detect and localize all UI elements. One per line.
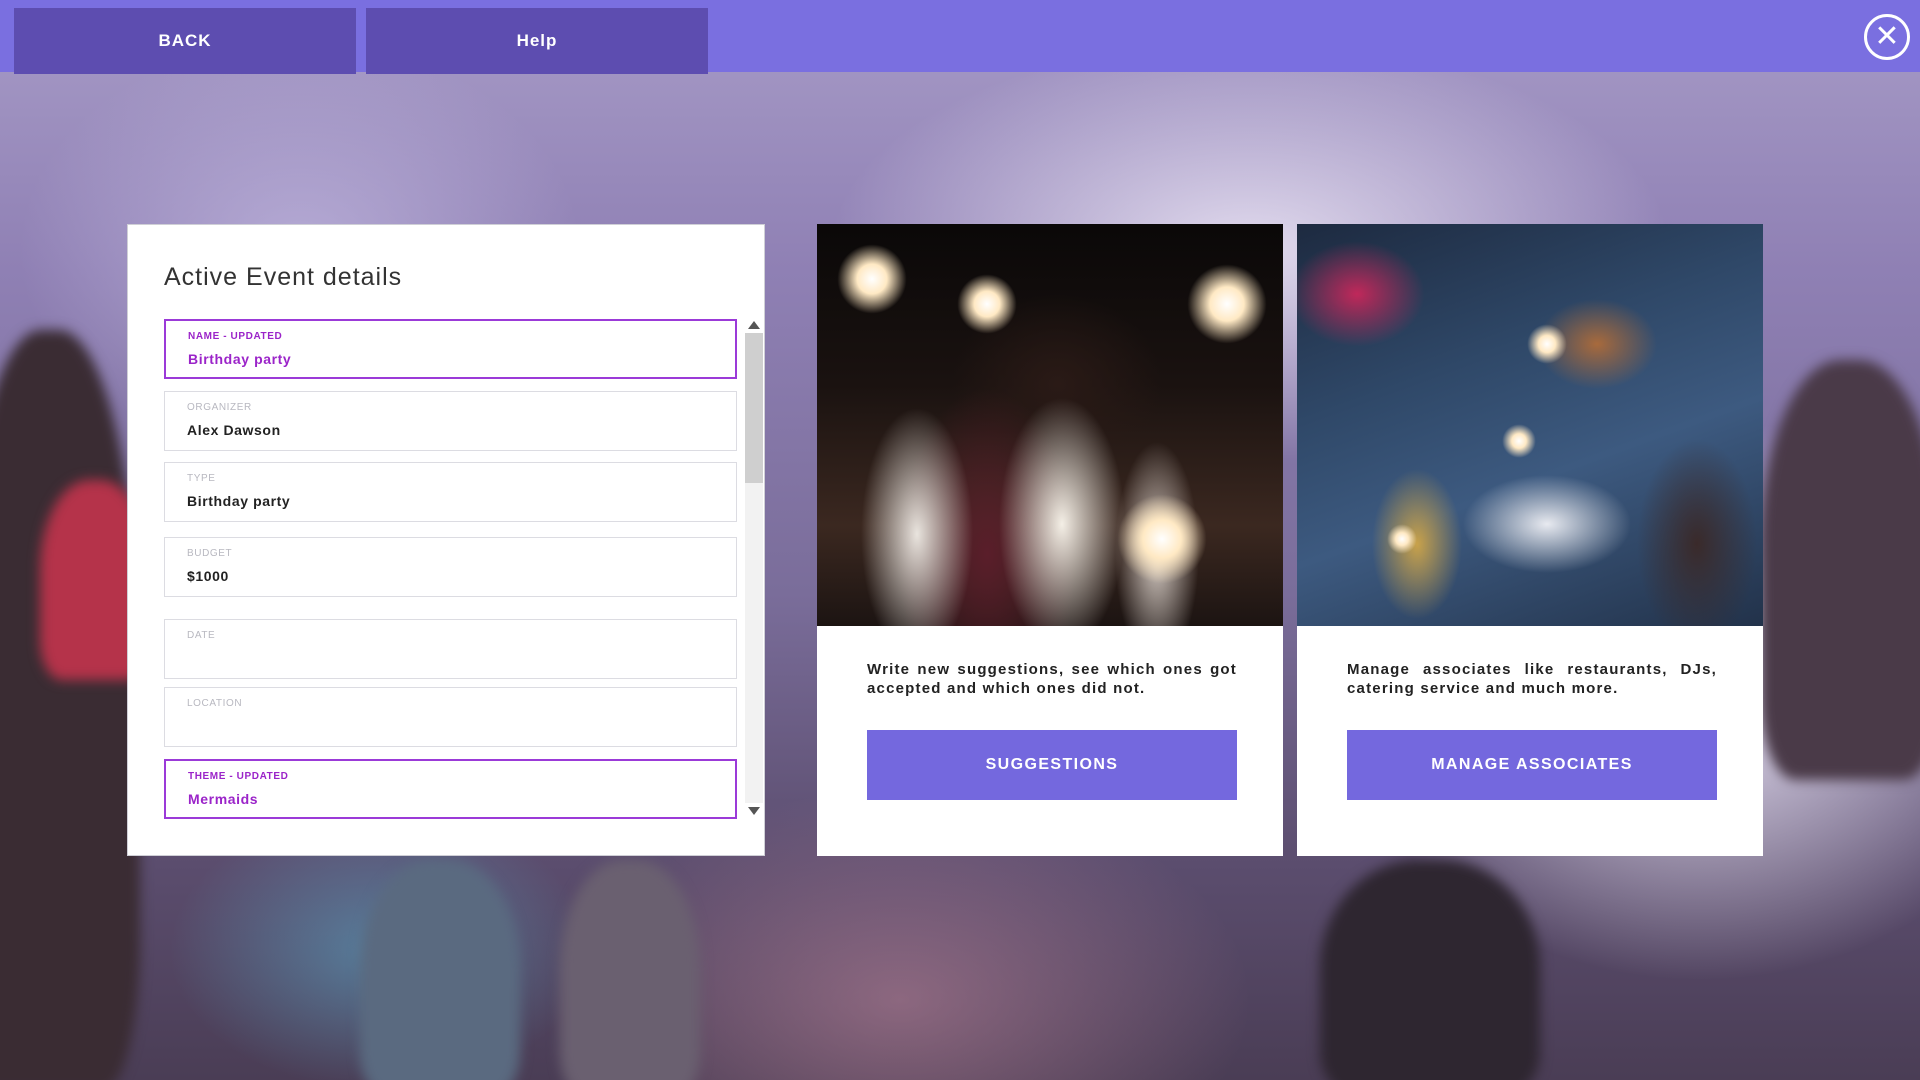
- dinner-table-photo: [1297, 224, 1763, 626]
- field-value: $1000: [187, 568, 229, 584]
- top-bar: BACK Help ✕: [0, 0, 1920, 74]
- manage-associates-button[interactable]: MANAGE ASSOCIATES: [1347, 730, 1717, 800]
- sparkler-party-photo: [817, 224, 1283, 626]
- sparkler-light: [1187, 264, 1267, 344]
- background-person: [1320, 860, 1540, 1080]
- candle-light: [1527, 324, 1567, 364]
- field-label: LOCATION: [187, 698, 243, 709]
- theme-field[interactable]: THEME - UPDATED Mermaids: [164, 759, 737, 819]
- back-button[interactable]: BACK: [14, 8, 356, 74]
- budget-field[interactable]: BUDGET $1000: [164, 537, 737, 597]
- associates-description: Manage associates like restaurants, DJs,…: [1347, 661, 1717, 697]
- background-person: [0, 330, 140, 1080]
- suggestions-card: Write new suggestions, see which ones go…: [817, 224, 1283, 856]
- associates-card: Manage associates like restaurants, DJs,…: [1297, 224, 1763, 856]
- suggestions-description: Write new suggestions, see which ones go…: [867, 661, 1237, 697]
- field-label: BUDGET: [187, 548, 233, 559]
- type-field[interactable]: TYPE Birthday party: [164, 462, 737, 522]
- scrollbar-thumb[interactable]: [745, 333, 763, 483]
- sparkler-light: [1117, 494, 1207, 584]
- close-icon[interactable]: ✕: [1864, 14, 1910, 60]
- scroll-down-arrow-icon[interactable]: [748, 807, 760, 815]
- candle-light: [1387, 524, 1417, 554]
- field-label: DATE: [187, 630, 216, 641]
- scroll-up-arrow-icon[interactable]: [748, 321, 760, 329]
- date-field[interactable]: DATE: [164, 619, 737, 679]
- field-label: TYPE: [187, 473, 216, 484]
- field-label: THEME - UPDATED: [188, 771, 289, 782]
- event-details-panel: Active Event details NAME - UPDATED Birt…: [127, 224, 765, 856]
- suggestions-button[interactable]: SUGGESTIONS: [867, 730, 1237, 800]
- sparkler-light: [837, 244, 907, 314]
- fields-scrollbar[interactable]: [743, 319, 763, 817]
- field-label: NAME - UPDATED: [188, 331, 283, 342]
- organizer-field[interactable]: ORGANIZER Alex Dawson: [164, 391, 737, 451]
- field-label: ORGANIZER: [187, 402, 252, 413]
- candle-light: [1502, 424, 1536, 458]
- field-value: Birthday party: [187, 493, 291, 509]
- sparkler-light: [957, 274, 1017, 334]
- field-value: Birthday party: [188, 351, 292, 367]
- location-field[interactable]: LOCATION: [164, 687, 737, 747]
- field-value: Mermaids: [188, 791, 259, 807]
- panel-title: Active Event details: [164, 263, 403, 291]
- help-button[interactable]: Help: [366, 8, 708, 74]
- background-person: [360, 860, 520, 1080]
- field-value: Alex Dawson: [187, 422, 281, 438]
- background-person: [560, 860, 700, 1080]
- name-field[interactable]: NAME - UPDATED Birthday party: [164, 319, 737, 379]
- background-person: [1760, 360, 1920, 780]
